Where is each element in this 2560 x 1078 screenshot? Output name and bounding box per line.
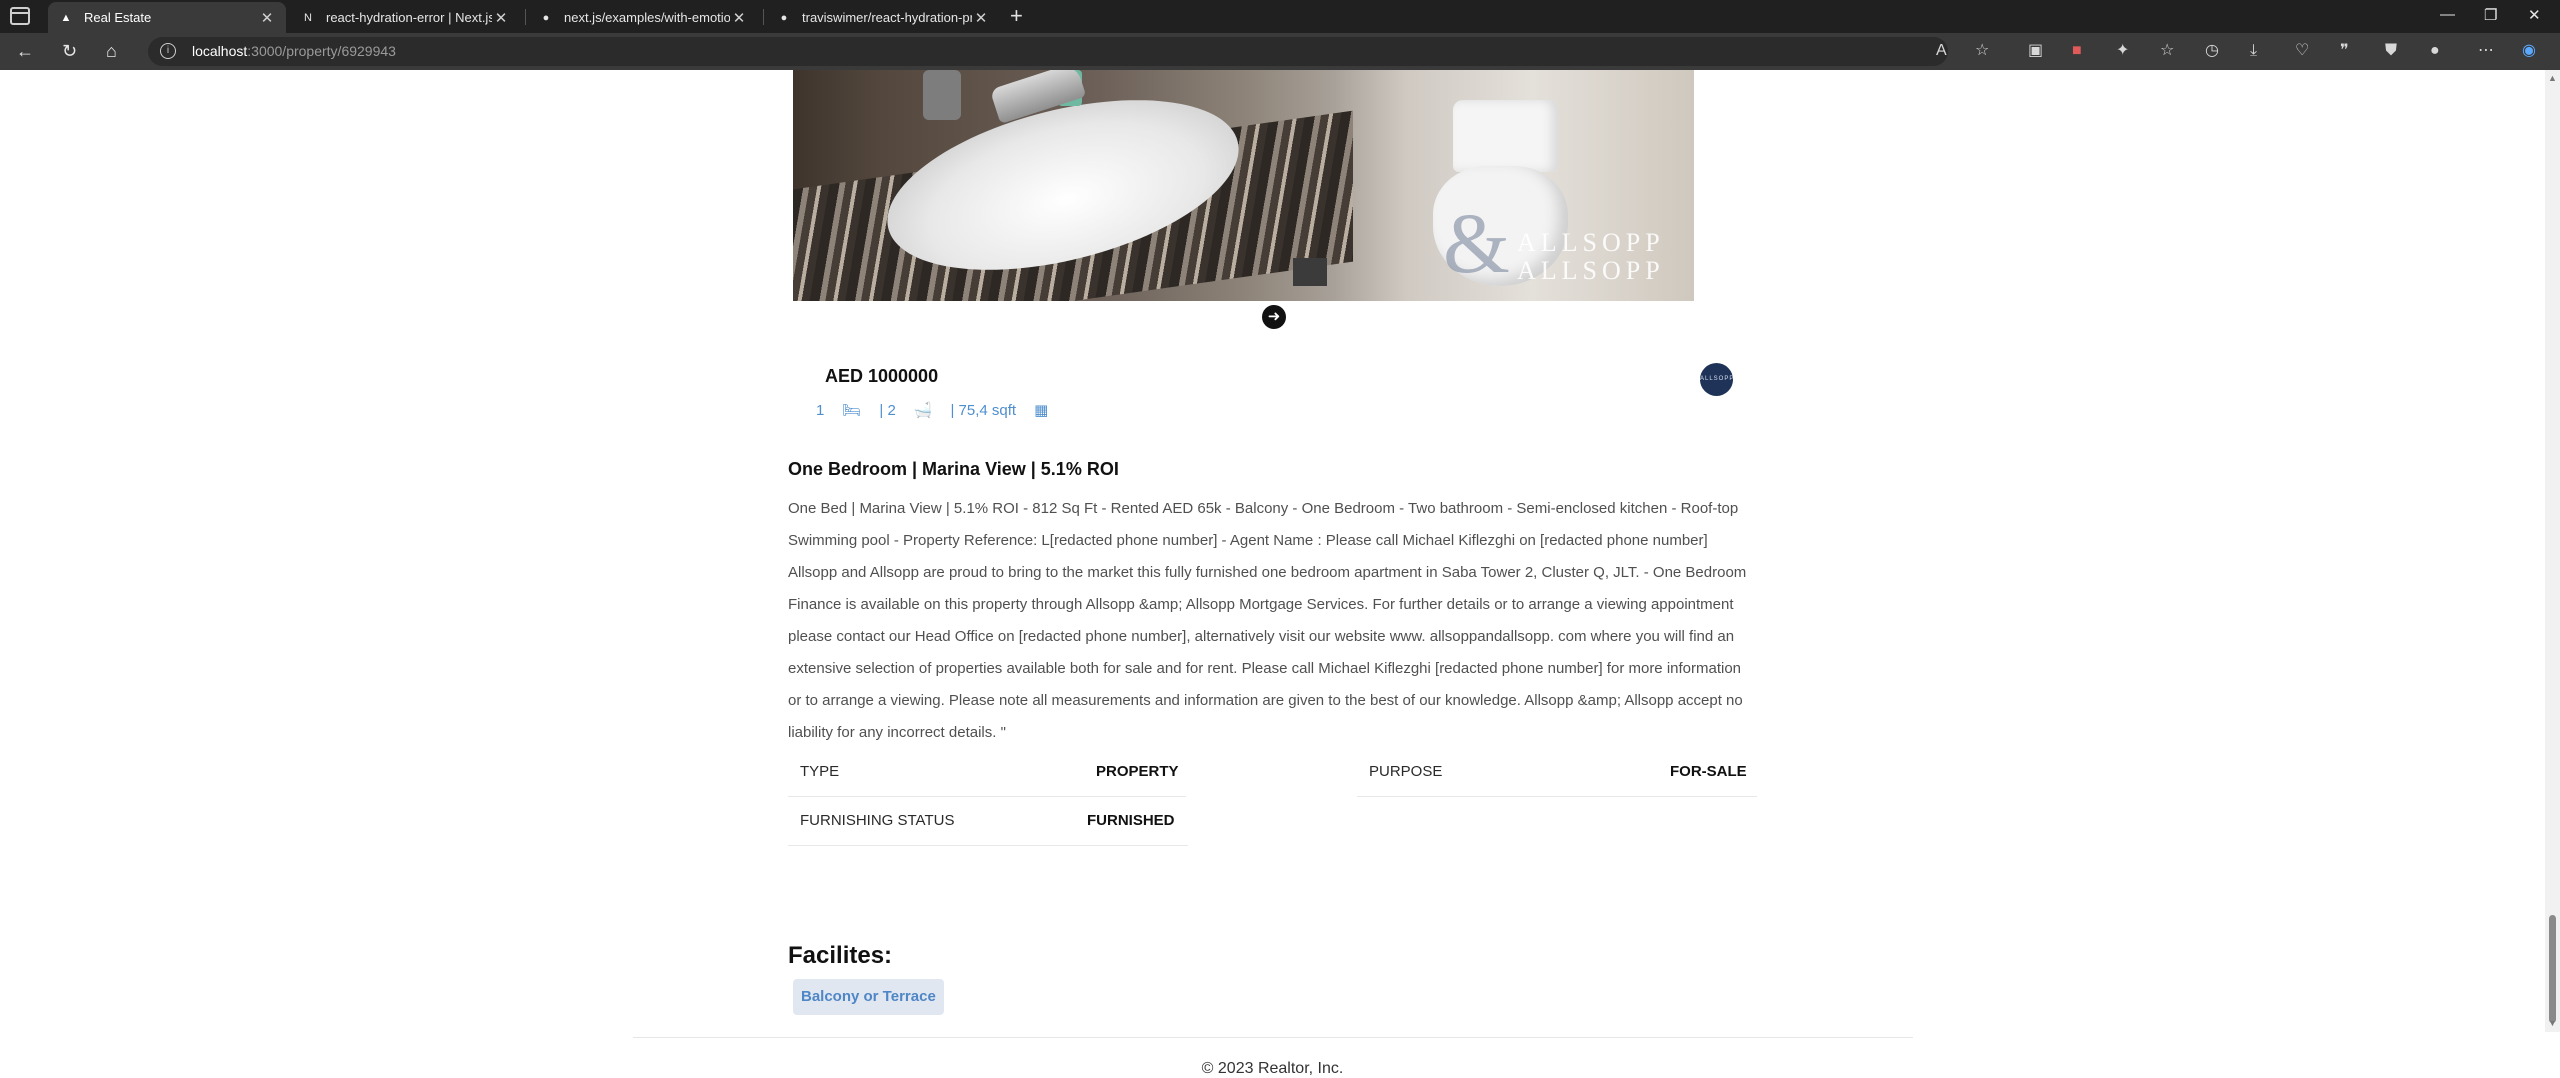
tab-title: traviswimer/react-hydration-pro — [802, 10, 972, 25]
bath-icon: 🛁 — [913, 402, 933, 419]
watermark-logo: & — [1443, 195, 1510, 291]
close-icon[interactable]: ✕ — [492, 9, 510, 27]
soap-bottle — [923, 70, 961, 120]
baths-count: | 2 — [879, 401, 896, 419]
read-aloud-icon[interactable]: A — [1936, 42, 1947, 60]
browser-toolbar: ← ↻ ⌂ i localhost:3000/property/6929943 … — [0, 33, 2560, 70]
shield-icon[interactable]: ⛊ — [2385, 42, 2397, 60]
property-stats: 1 🛏 | 2 🛁 | 75,4 sqft ▦ — [816, 401, 1049, 420]
extension-red-icon[interactable]: ■ — [2072, 42, 2082, 60]
divider — [1357, 796, 1757, 797]
type-label: TYPE — [800, 763, 840, 780]
tab-separator — [525, 9, 526, 25]
type-value: PROPERTY — [1096, 763, 1179, 780]
purpose-value: FOR-SALE — [1670, 763, 1747, 780]
triangle-icon: ▲ — [60, 11, 72, 24]
refresh-icon[interactable]: ↻ — [62, 41, 77, 61]
github-icon: ● — [542, 11, 550, 24]
github-icon: ● — [780, 11, 788, 24]
furnishing-value: FURNISHED — [1087, 812, 1175, 829]
close-icon[interactable]: ✕ — [730, 9, 748, 27]
page-content: & ALLSOPP ALLSOPP ➜ AED 1000000 ALLSOPP … — [0, 70, 2545, 1077]
tab-title: Real Estate — [84, 10, 152, 25]
scroll-down-icon[interactable]: ▼ — [2548, 1018, 2557, 1028]
tab-title: next.js/examples/with-emotion a — [564, 10, 730, 25]
watermark-text: ALLSOPP — [1517, 228, 1665, 257]
tab-actions-icon[interactable] — [10, 7, 30, 25]
area-value: | 75,4 sqft — [950, 401, 1017, 419]
furnishing-label: FURNISHING STATUS — [800, 812, 955, 829]
next-photo-arrow-icon[interactable]: ➜ — [1262, 305, 1286, 329]
tab-title: react-hydration-error | Next.js — [326, 10, 492, 25]
scroll-thumb[interactable] — [2549, 915, 2556, 1023]
url-text[interactable]: localhost:3000/property/6929943 — [192, 43, 396, 59]
address-bar[interactable]: i localhost:3000/property/6929943 — [148, 37, 1948, 66]
copilot-icon[interactable]: ◉ — [2522, 42, 2536, 60]
nextjs-icon: N — [304, 11, 312, 24]
url-host: localhost — [192, 43, 248, 59]
performance-icon[interactable]: ♡ — [2295, 42, 2309, 60]
tab-github-hydration[interactable]: ● traviswimer/react-hydration-pro ✕ — [766, 2, 1000, 33]
extension-icon[interactable]: ▣ — [2028, 42, 2043, 60]
footer-divider — [633, 1037, 1913, 1038]
browser-tab-strip: ▲ Real Estate ✕ N react-hydration-error … — [0, 0, 2560, 33]
tab-separator — [763, 9, 764, 25]
tab-nextjs-docs[interactable]: N react-hydration-error | Next.js ✕ — [290, 2, 520, 33]
tab-real-estate[interactable]: ▲ Real Estate ✕ — [48, 2, 286, 33]
favorite-star-icon[interactable]: ☆ — [1975, 42, 1989, 60]
bed-icon: 🛏 — [842, 402, 862, 419]
divider — [788, 796, 1186, 797]
back-icon[interactable]: ← — [16, 41, 34, 61]
scroll-up-icon[interactable]: ▲ — [2548, 73, 2557, 83]
close-icon[interactable]: ✕ — [258, 9, 276, 27]
footer-copyright: © 2023 Realtor, Inc. — [1201, 1060, 1344, 1077]
watermark-text: ALLSOPP — [1517, 256, 1665, 285]
property-description: One Bed | Marina View | 5.1% ROI - 812 S… — [788, 500, 1747, 741]
downloads-icon[interactable]: ⤓ — [2250, 42, 2257, 60]
purpose-label: PURPOSE — [1369, 763, 1443, 780]
url-path: :3000/property/6929943 — [247, 43, 396, 59]
more-menu-icon[interactable]: ⋯ — [2478, 42, 2494, 60]
grid-icon: ▦ — [1034, 402, 1049, 419]
favorites-icon[interactable]: ☆ — [2160, 42, 2174, 60]
window-close-icon[interactable]: ✕ — [2528, 6, 2541, 24]
history-icon[interactable]: ◷ — [2205, 42, 2219, 60]
facilities-title: Facilites: — [788, 942, 893, 969]
site-info-icon[interactable]: i — [160, 43, 176, 59]
extension-puzzle-icon[interactable]: ✦ — [2116, 42, 2129, 60]
floor-drain — [1293, 258, 1327, 286]
tab-github-emotion[interactable]: ● next.js/examples/with-emotion a ✕ — [528, 2, 758, 33]
quote-icon[interactable]: ❞ — [2340, 42, 2349, 60]
property-price: AED 1000000 — [825, 366, 939, 386]
home-icon[interactable]: ⌂ — [106, 41, 117, 61]
rooms-count: 1 — [816, 401, 825, 419]
profile-avatar-icon[interactable]: ● — [2430, 42, 2440, 60]
agency-logo: ALLSOPP — [1700, 363, 1733, 396]
property-photo: & ALLSOPP ALLSOPP — [793, 70, 1694, 301]
new-tab-button[interactable]: + — [1010, 4, 1023, 28]
divider — [788, 845, 1188, 846]
property-title: One Bedroom | Marina View | 5.1% ROI — [788, 459, 1119, 479]
restore-icon[interactable]: ❐ — [2484, 6, 2497, 24]
facility-chip: Balcony or Terrace — [793, 979, 944, 1015]
close-icon[interactable]: ✕ — [972, 9, 990, 27]
page-scrollbar[interactable]: ▲ ▼ — [2545, 70, 2560, 1032]
minimize-icon[interactable]: — — [2440, 6, 2455, 23]
